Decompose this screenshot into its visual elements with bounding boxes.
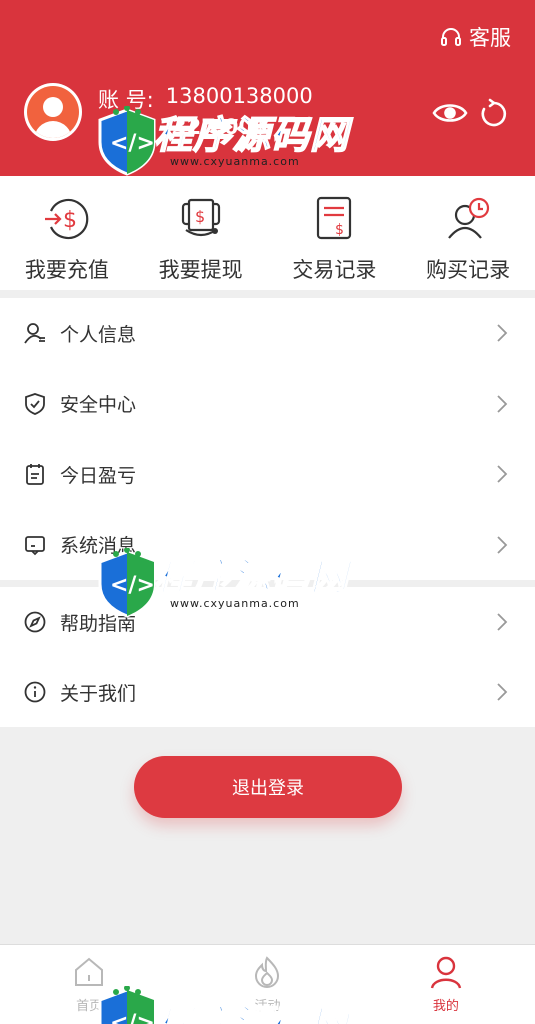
menu-item-help-guide[interactable]: 帮助指南 <box>0 587 535 657</box>
withdraw-icon: $ <box>181 198 220 237</box>
recharge-button[interactable]: $ 我要充值 <box>0 176 134 290</box>
tab-label: 活动 <box>254 999 281 1014</box>
menu-item-label: 帮助指南 <box>60 612 137 635</box>
transaction-record-label: 交易记录 <box>292 258 377 282</box>
balance-value: 327.00$ <box>172 115 268 139</box>
svg-text:$: $ <box>63 208 77 233</box>
chevron-right-icon <box>497 536 508 554</box>
purchase-record-button[interactable]: 购买记录 <box>401 176 535 290</box>
avatar[interactable] <box>24 83 82 141</box>
menu-item-label: 个人信息 <box>60 323 137 346</box>
purchase-record-label: 购买记录 <box>426 258 511 282</box>
withdraw-button[interactable]: $ 我要提现 <box>134 176 268 290</box>
tab-mine[interactable]: 我的 <box>357 945 535 1024</box>
recharge-icon: $ <box>44 198 89 240</box>
logout-button[interactable]: 退出登录 <box>134 756 402 818</box>
bottom-nav: 首页 活动 我的 <box>0 944 535 1024</box>
menu-item-label: 今日盈亏 <box>60 464 137 487</box>
withdraw-label: 我要提现 <box>158 258 243 282</box>
message-icon <box>25 535 45 556</box>
tab-label: 首页 <box>76 999 103 1014</box>
customer-service-button[interactable]: 客服 <box>439 22 511 52</box>
info-icon <box>24 681 46 703</box>
shield-icon <box>25 392 45 415</box>
fire-icon <box>255 956 280 988</box>
account-number: 13800138000 <box>165 84 313 108</box>
refresh-icon[interactable] <box>478 98 510 130</box>
tab-home[interactable]: 首页 <box>0 945 178 1024</box>
avatar-icon <box>27 86 79 138</box>
home-icon <box>75 957 104 986</box>
quick-actions: $ 我要充值 $ 我要提现 $ 交易记录 购买记录 <box>0 176 535 290</box>
account-label: 账 号: <box>98 88 154 112</box>
chevron-right-icon <box>497 395 508 413</box>
svg-text:$: $ <box>195 207 205 226</box>
menu-item-personal-info[interactable]: 个人信息 <box>0 298 535 369</box>
customer-service-label: 客服 <box>469 26 511 50</box>
account-line: 账 号: 13800138000 <box>98 84 313 114</box>
transaction-record-icon: $ <box>317 196 352 240</box>
chevron-right-icon <box>497 324 508 342</box>
user-info-icon <box>24 323 45 344</box>
eye-icon[interactable] <box>432 98 468 128</box>
menu-item-security-center[interactable]: 安全中心 <box>0 369 535 440</box>
tab-label: 我的 <box>432 999 459 1014</box>
tab-activity[interactable]: 活动 <box>178 945 356 1024</box>
menu-item-system-messages[interactable]: 系统消息 <box>0 510 535 581</box>
profile-header: 客服 账 号: 13800138000 327.00$ <box>0 0 535 176</box>
chevron-right-icon <box>497 465 508 483</box>
compass-icon <box>24 611 46 633</box>
menu-item-label: 安全中心 <box>60 394 137 417</box>
recharge-label: 我要充值 <box>24 258 109 282</box>
chevron-right-icon <box>497 613 508 631</box>
person-icon <box>430 956 461 989</box>
menu-item-label: 系统消息 <box>60 535 137 558</box>
menu-item-daily-pnl[interactable]: 今日盈亏 <box>0 439 535 510</box>
help-list: 帮助指南 关于我们 <box>0 587 535 727</box>
menu-item-label: 关于我们 <box>60 682 137 705</box>
settings-list: 个人信息 安全中心 今日盈亏 系统消息 <box>0 298 535 580</box>
menu-item-about-us[interactable]: 关于我们 <box>0 657 535 727</box>
purchase-record-icon <box>448 197 490 239</box>
transaction-record-button[interactable]: $ 交易记录 <box>268 176 402 290</box>
chevron-right-icon <box>497 683 508 701</box>
headset-icon <box>441 28 461 46</box>
svg-text:$: $ <box>335 222 344 238</box>
clipboard-icon <box>26 464 44 486</box>
